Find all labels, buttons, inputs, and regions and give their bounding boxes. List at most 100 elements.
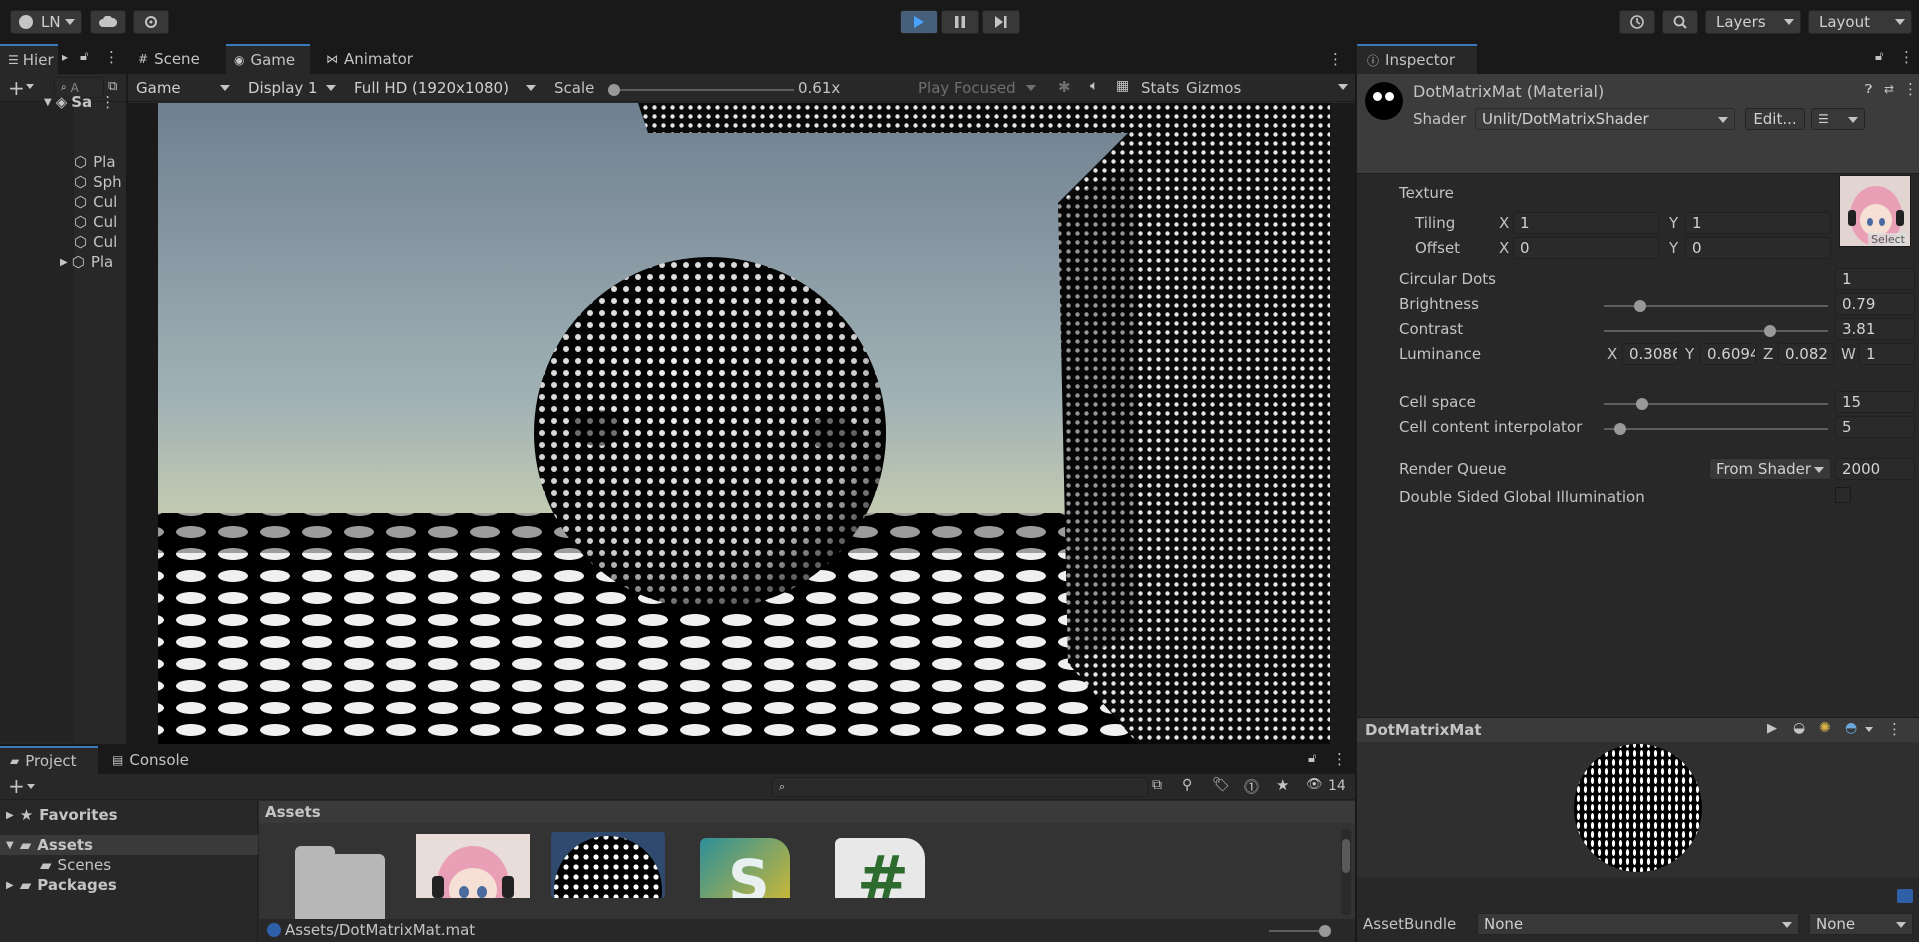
play-button[interactable] <box>900 10 938 34</box>
preview-options-dropdown[interactable] <box>1865 727 1873 732</box>
tree-scenes[interactable]: ▰ Scenes <box>40 855 111 875</box>
thumbnail-size-knob[interactable] <box>1319 925 1331 937</box>
assets-breadcrumb[interactable]: Assets <box>265 803 321 821</box>
kebab-menu-icon[interactable]: ⋮ <box>1328 50 1343 68</box>
contrast-slider-knob[interactable] <box>1763 325 1776 337</box>
scale-slider-knob[interactable] <box>608 84 620 96</box>
tiling-x-field[interactable]: 1 <box>1513 212 1659 234</box>
luminance-z-field[interactable]: 0.082 <box>1778 343 1834 365</box>
tag-filter-icon[interactable]: 🏷︎ <box>1212 777 1230 793</box>
asset-shader[interactable]: S <box>700 838 790 898</box>
kebab-menu-icon[interactable]: ⋮ <box>1903 80 1918 98</box>
cell-interp-slider[interactable] <box>1604 423 1828 435</box>
game-view-dropdown[interactable]: Game <box>130 77 236 99</box>
asset-folder-scenes[interactable] <box>295 846 385 924</box>
add-icon[interactable]: + <box>8 76 25 100</box>
tab-scene[interactable]: # Scene <box>128 44 210 74</box>
tab-inspector[interactable]: ⓘ Inspector <box>1357 44 1477 74</box>
asset-bundle-variant-dropdown[interactable]: None <box>1809 913 1913 935</box>
pause-button[interactable] <box>941 10 979 34</box>
brightness-field[interactable]: 0.79 <box>1835 293 1915 315</box>
tree-favorites[interactable]: ▶ ★ Favorites <box>6 805 118 825</box>
kebab-menu-icon[interactable]: ⋮ <box>1887 720 1902 738</box>
cell-interp-slider-knob[interactable] <box>1613 423 1626 435</box>
warning-icon[interactable]: ⓵ <box>1244 776 1259 797</box>
hierarchy-item[interactable]: ⬡ Cul <box>74 232 117 252</box>
select-texture-label[interactable]: Select <box>1868 233 1908 246</box>
step-button[interactable] <box>982 10 1020 34</box>
scale-slider[interactable] <box>608 84 794 96</box>
search-by-type-icon[interactable]: ⧉ <box>1152 777 1162 793</box>
search-by-label-icon[interactable]: ⚲ <box>1182 777 1192 793</box>
kebab-menu-icon[interactable]: ⋮ <box>1332 750 1347 768</box>
light-icon[interactable]: ✺ <box>1819 720 1831 736</box>
tab-more-icon[interactable]: ▸ <box>62 50 68 64</box>
expand-arrow-icon[interactable]: ▶ <box>60 257 68 268</box>
thumbnail-size-slider[interactable] <box>1269 925 1331 937</box>
add-dropdown-icon[interactable] <box>27 784 35 789</box>
tiling-y-field[interactable]: 1 <box>1685 212 1831 234</box>
gizmos-dropdown-icon[interactable] <box>1338 84 1348 90</box>
contrast-slider[interactable] <box>1604 325 1828 337</box>
brightness-slider[interactable] <box>1604 300 1828 312</box>
shader-dropdown[interactable]: Unlit/DotMatrixShader <box>1475 108 1735 130</box>
luminance-y-field[interactable]: 0.6094 <box>1700 343 1756 365</box>
tab-game[interactable]: ◉ Game <box>226 44 310 74</box>
texture-slot[interactable]: Select <box>1839 175 1911 247</box>
tree-packages[interactable]: ▶ ▰ Packages <box>6 875 117 895</box>
cell-space-slider[interactable] <box>1604 398 1828 410</box>
bug-icon[interactable]: ✱ <box>1058 78 1071 96</box>
gizmos-button[interactable]: Gizmos <box>1186 79 1241 97</box>
offset-y-field[interactable]: 0 <box>1685 237 1831 259</box>
hidden-eye-icon[interactable]: 👁︎ <box>1306 777 1323 792</box>
layout-dropdown[interactable]: Layout <box>1808 10 1912 34</box>
hierarchy-item[interactable]: ⬡ Sph <box>74 172 122 192</box>
double-sided-gi-checkbox[interactable] <box>1835 487 1851 503</box>
resolution-dropdown[interactable]: Full HD (1920x1080) <box>348 77 542 99</box>
layers-dropdown[interactable]: Layers <box>1705 10 1801 34</box>
grid-toggle-icon[interactable]: ▦ <box>1116 78 1129 94</box>
lock-icon[interactable]: 🔓︎ <box>1875 49 1883 64</box>
shader-options-dropdown[interactable]: ☰ <box>1811 108 1865 130</box>
assets-scrollbar-thumb[interactable] <box>1342 839 1350 873</box>
hierarchy-item[interactable]: ⬡ Cul <box>74 212 117 232</box>
luminance-w-field[interactable]: 1 <box>1859 343 1915 365</box>
brightness-slider-knob[interactable] <box>1633 300 1646 312</box>
tab-hierarchy[interactable]: ☰ Hier <box>0 44 58 74</box>
asset-bundle-dropdown[interactable]: None <box>1477 913 1799 935</box>
kebab-menu-icon[interactable]: ⋮ <box>1899 48 1914 66</box>
display-dropdown[interactable]: Display 1 <box>242 77 342 99</box>
edit-shader-button[interactable]: Edit... <box>1745 108 1805 130</box>
search-button[interactable] <box>1662 10 1698 34</box>
offset-x-field[interactable]: 0 <box>1513 237 1659 259</box>
asset-material-selected[interactable] <box>551 832 665 898</box>
scene-row[interactable]: ▼ ◈ Sa ⋮ <box>44 92 126 112</box>
lock-icon[interactable]: 🔓︎ <box>80 49 88 64</box>
hierarchy-item[interactable]: ▶ ⬡ Pla <box>60 252 113 272</box>
play-icon[interactable]: ▶ <box>1767 721 1777 736</box>
favorite-star-icon[interactable]: ★ <box>1276 776 1289 794</box>
cell-space-field[interactable]: 15 <box>1835 391 1915 413</box>
hierarchy-item[interactable]: ⬡ Cul <box>74 192 117 212</box>
add-dropdown-icon[interactable] <box>26 84 34 89</box>
stats-button[interactable]: Stats <box>1141 79 1179 97</box>
render-queue-dropdown[interactable]: From Shader <box>1709 458 1831 480</box>
contrast-field[interactable]: 3.81 <box>1835 318 1915 340</box>
speaker-icon[interactable]: 🔈︎ <box>1090 78 1098 94</box>
kebab-menu-icon[interactable]: ⋮ <box>100 93 115 111</box>
cell-interp-field[interactable]: 5 <box>1835 416 1915 438</box>
help-icon[interactable]: ❓︎ <box>1865 82 1872 97</box>
add-icon[interactable]: + <box>8 774 25 798</box>
cell-space-slider-knob[interactable] <box>1636 398 1649 410</box>
tab-project[interactable]: ▰ Project <box>0 746 98 774</box>
lock-icon[interactable]: 🔓︎ <box>1308 751 1316 766</box>
asset-csharp-script[interactable]: # <box>835 838 925 898</box>
game-viewport[interactable] <box>128 103 1355 744</box>
collab-button[interactable] <box>133 10 169 34</box>
circular-dots-field[interactable]: 1 <box>1835 268 1915 290</box>
play-mode-dropdown[interactable]: Play Focused <box>912 77 1042 99</box>
sphere-mesh-icon[interactable]: ◒ <box>1793 720 1805 736</box>
account-dropdown[interactable]: LN <box>10 10 82 34</box>
tab-animator[interactable]: ⋈ Animator <box>318 44 428 74</box>
cloud-button[interactable] <box>90 10 126 34</box>
